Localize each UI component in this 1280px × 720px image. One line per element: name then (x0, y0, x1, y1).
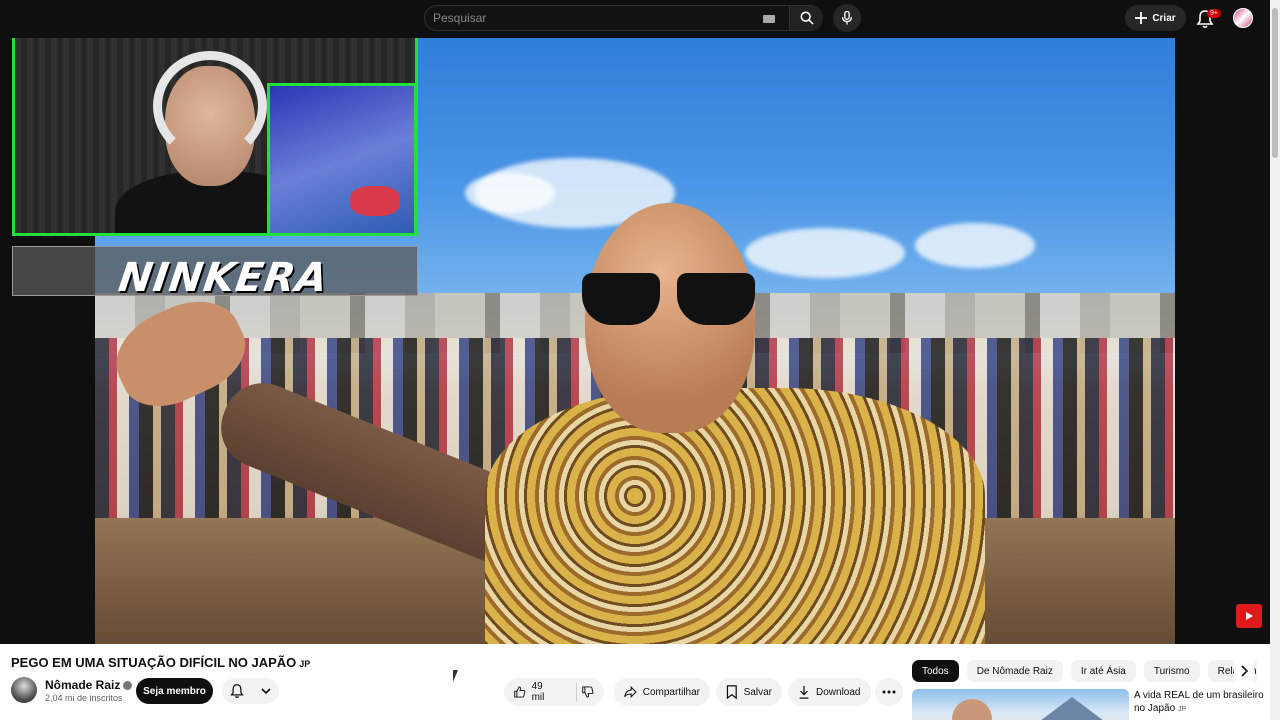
youtube-watch-page: Criar 9+ (0, 0, 1280, 720)
join-button[interactable]: Seja membro (136, 678, 213, 704)
thumbs-up-icon[interactable] (514, 685, 526, 699)
cloud (745, 228, 905, 278)
create-button[interactable]: Criar (1125, 5, 1186, 31)
save-button[interactable]: Salvar (716, 678, 782, 706)
chip-all[interactable]: Todos (912, 660, 959, 682)
search-button[interactable] (789, 6, 823, 30)
voice-search-button[interactable] (833, 4, 861, 32)
presenter-shirt (485, 388, 985, 644)
subscriber-count: 2,04 mi de inscritos (45, 693, 123, 703)
more-actions-button[interactable] (875, 678, 903, 706)
channel-name[interactable]: Nômade Raiz (45, 678, 133, 692)
divider (575, 683, 577, 701)
share-icon (624, 686, 637, 698)
share-button[interactable]: Compartilhar (614, 678, 710, 706)
chip-channel[interactable]: De Nômade Raiz (966, 660, 1063, 682)
page-scrollbar[interactable] (1270, 0, 1280, 720)
like-count[interactable]: 49 mil (532, 681, 554, 703)
sunglasses (582, 273, 757, 328)
mic-icon (841, 11, 853, 25)
cloud (465, 173, 555, 213)
plus-icon (1135, 12, 1148, 24)
subscription-notification-button[interactable] (222, 678, 279, 704)
search-box (424, 5, 823, 31)
channel-name-text: Nômade Raiz (45, 678, 121, 692)
lens-right (677, 273, 755, 325)
chevron-down-icon (261, 688, 271, 695)
country-flag: JP (299, 659, 311, 669)
share-label: Compartilhar (642, 686, 700, 698)
recommendation-title-text: A vida REAL de um brasileiro no Japão (1134, 690, 1264, 714)
download-button[interactable]: Download (788, 678, 871, 706)
search-input[interactable] (433, 6, 753, 30)
streamer-name: NINKERA (115, 255, 332, 301)
download-icon (799, 685, 809, 699)
channel-avatar[interactable] (11, 677, 37, 703)
notification-badge: 9+ (1207, 9, 1221, 18)
mouse-cursor (453, 670, 458, 682)
account-avatar[interactable] (1233, 8, 1253, 28)
recommendation-title[interactable]: A vida REAL de um brasileiro no Japão JP (1134, 689, 1264, 716)
streamer-webcam-overlay (12, 38, 418, 236)
channel-watermark[interactable] (1236, 604, 1262, 628)
lens-left (582, 273, 660, 325)
related-filter-chips: Todos De Nômade Raiz Ir até Ásia Turismo… (912, 660, 1257, 682)
chip-asia[interactable]: Ir até Ásia (1070, 660, 1136, 682)
more-icon (882, 690, 896, 694)
thumbs-down-icon[interactable] (582, 685, 594, 699)
streamer-name-tag: NINKERA (12, 246, 418, 301)
game-monitor (267, 83, 415, 233)
mountain (1032, 697, 1112, 720)
chips-next-button[interactable] (1234, 660, 1254, 682)
download-label: Download (816, 686, 861, 698)
bookmark-icon (726, 685, 737, 699)
verified-icon (123, 681, 133, 691)
headset (153, 51, 267, 161)
scrollbar-thumb[interactable] (1272, 8, 1278, 158)
chevron-right-icon (1241, 665, 1248, 677)
top-bar: Criar 9+ (0, 0, 1270, 38)
game-sprite (350, 186, 400, 216)
bell-icon (230, 684, 244, 699)
video-title: PEGO EM UMA SITUAÇÃO DIFÍCIL NO JAPÃO JP (11, 655, 310, 670)
recommendation-thumbnail[interactable] (912, 689, 1129, 720)
create-label: Criar (1152, 12, 1176, 24)
save-label: Salvar (743, 686, 772, 698)
keyboard-icon[interactable] (763, 15, 775, 23)
video-title-text: PEGO EM UMA SITUAÇÃO DIFÍCIL NO JAPÃO (11, 655, 297, 670)
video-player[interactable]: NINKERA (0, 38, 1270, 644)
recommendation-flag: JP (1177, 706, 1187, 713)
cloud (915, 223, 1035, 268)
like-dislike-group: 49 mil (504, 678, 604, 706)
thumbnail-face (952, 699, 992, 720)
youtube-icon (1246, 612, 1253, 620)
chip-tourism[interactable]: Turismo (1143, 660, 1200, 682)
search-icon (800, 11, 814, 25)
